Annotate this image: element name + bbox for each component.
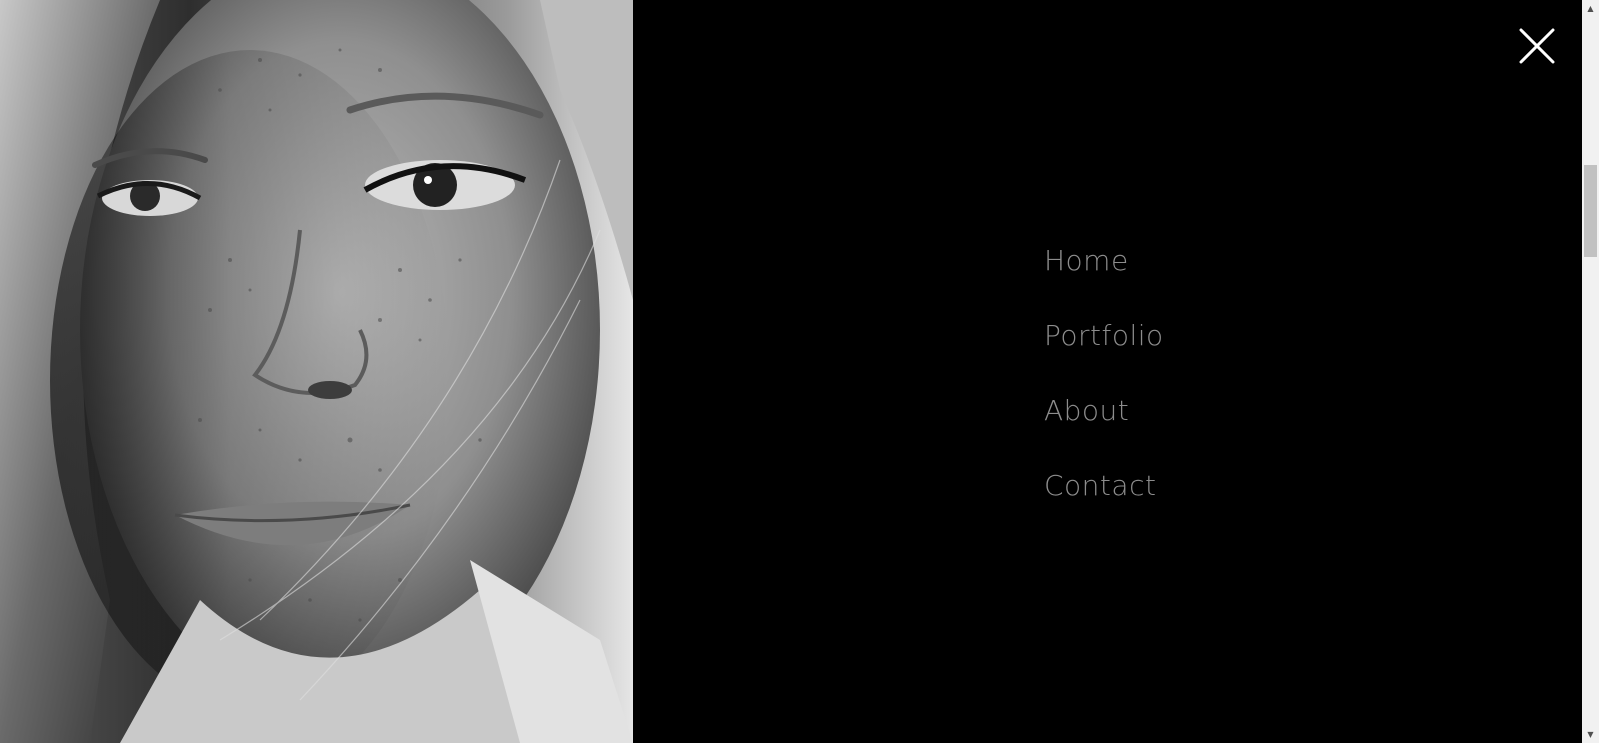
vertical-scrollbar[interactable]: ▲ ▼ bbox=[1582, 0, 1599, 743]
nav-item-contact: Contact bbox=[1044, 461, 1164, 536]
portrait-photo bbox=[0, 0, 633, 743]
close-icon bbox=[1519, 28, 1555, 64]
nav-link-portfolio[interactable]: Portfolio bbox=[1044, 319, 1164, 352]
page: Home Portfolio About Contact ▲ ▼ bbox=[0, 0, 1599, 743]
portrait-image bbox=[0, 0, 633, 743]
scroll-up-arrow-icon[interactable]: ▲ bbox=[1582, 0, 1599, 17]
nav-item-home: Home bbox=[1044, 236, 1164, 311]
scrollbar-thumb[interactable] bbox=[1584, 165, 1597, 257]
menu-overlay: Home Portfolio About Contact bbox=[633, 0, 1582, 743]
nav-link-about[interactable]: About bbox=[1044, 394, 1129, 427]
nav-item-portfolio: Portfolio bbox=[1044, 311, 1164, 386]
close-button[interactable] bbox=[1517, 26, 1557, 66]
main-nav: Home Portfolio About Contact bbox=[1044, 236, 1164, 536]
nav-link-contact[interactable]: Contact bbox=[1044, 469, 1156, 502]
scroll-down-arrow-icon[interactable]: ▼ bbox=[1582, 726, 1599, 743]
nav-item-about: About bbox=[1044, 386, 1164, 461]
nav-link-home[interactable]: Home bbox=[1044, 244, 1129, 277]
